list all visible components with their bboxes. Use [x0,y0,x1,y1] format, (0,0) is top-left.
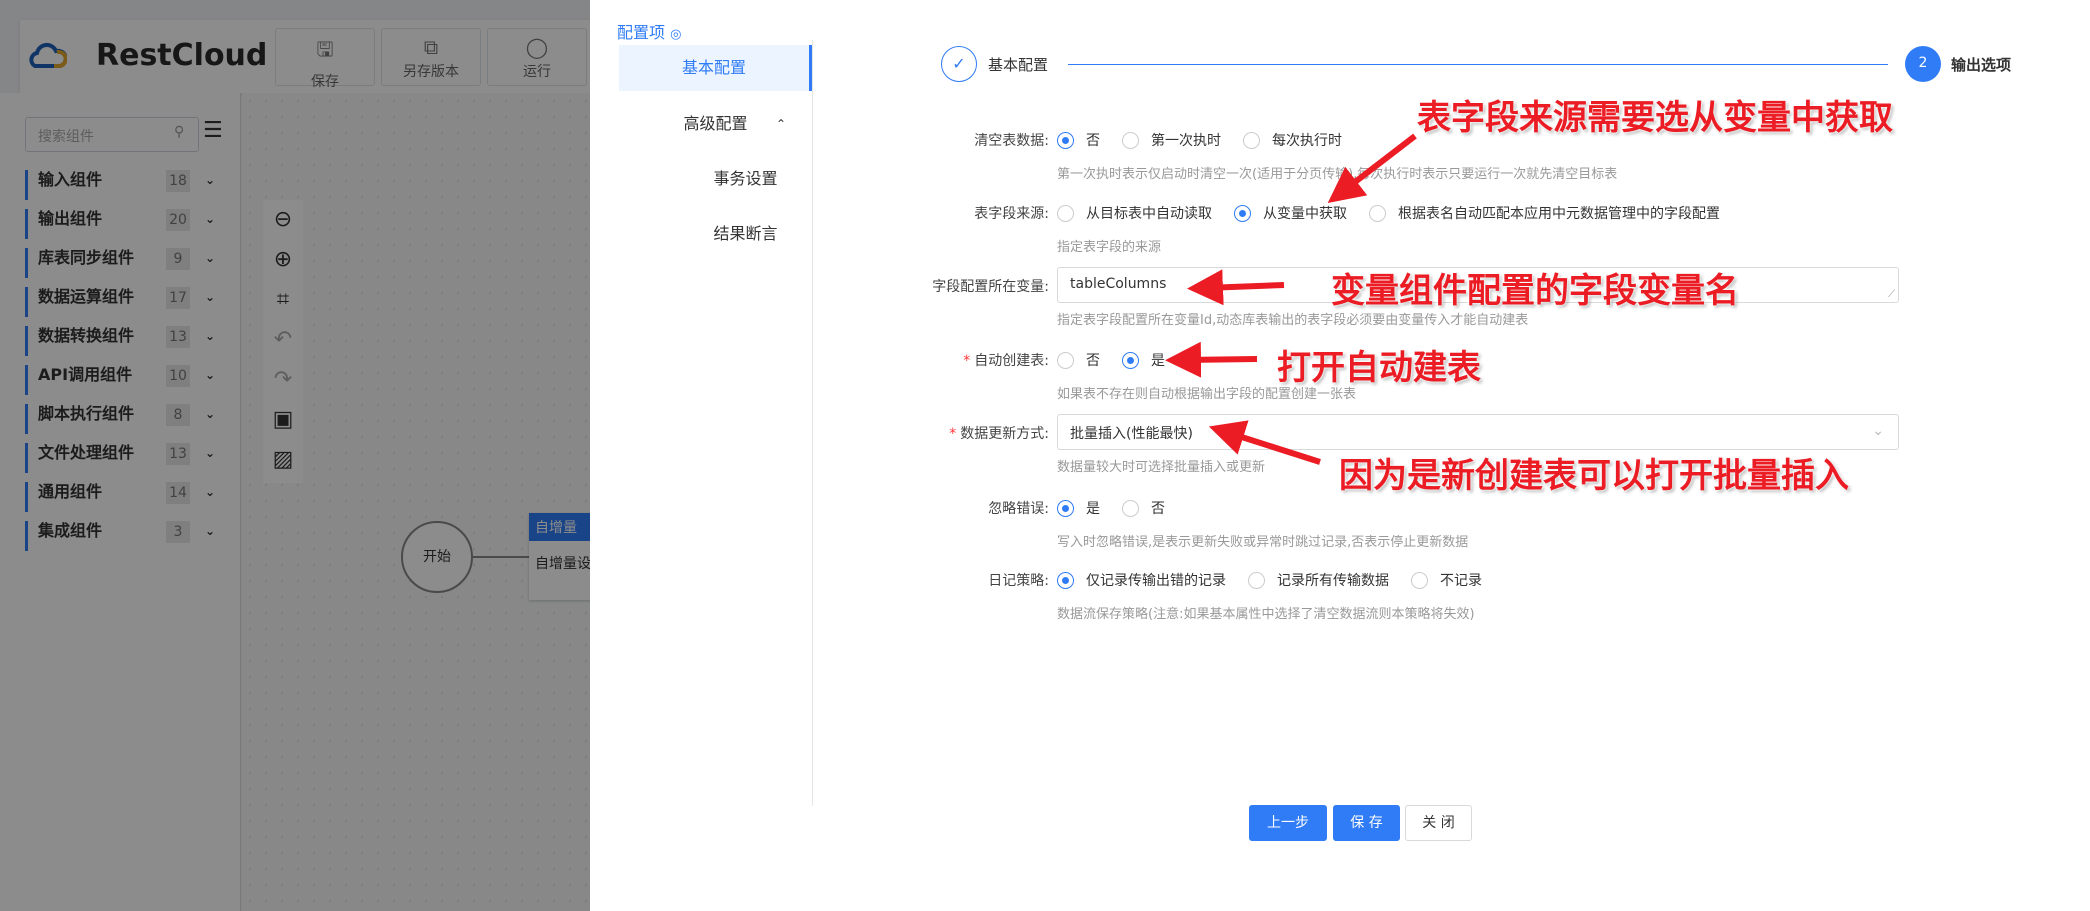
log-option[interactable]: 仅记录传输出错的记录 [1057,570,1226,590]
option-label: 记录所有传输数据 [1277,573,1389,589]
option-label: 从目标表中自动读取 [1086,206,1212,222]
radio-circle[interactable] [1122,351,1139,369]
radio-circle[interactable] [1243,131,1260,149]
annotation-1: 表字段来源需要选从变量中获取 [1417,98,1893,138]
close-button[interactable]: 关 闭 [1405,805,1472,841]
menu-advanced-config[interactable]: 高级配置 ⌃ [619,101,812,147]
radio-circle[interactable] [1122,131,1139,149]
option-label: 是 [1086,501,1100,517]
update-select[interactable]: 批量插入(性能最快) ⌄ [1057,414,1899,450]
autocreate-option[interactable]: 是 [1122,350,1165,370]
source-option[interactable]: 从变量中获取 [1234,203,1347,223]
save-button[interactable]: 保 存 [1333,805,1400,841]
step-2-label: 输出选项 [1951,56,2012,74]
label-text: 表字段来源: [974,206,1049,222]
menu-transaction[interactable]: 事务设置 [619,156,812,202]
label: 高级配置 [683,114,748,133]
autocreate-option[interactable]: 否 [1057,350,1100,370]
ignore-label: 忽略错误: [849,498,1049,518]
var-label: 字段配置所在变量: [849,276,1049,296]
log-option[interactable]: 不记录 [1411,570,1482,590]
settings-icon: ◎ [670,27,682,42]
autocreate-radio-group: 否是 [1057,350,1187,370]
label-text: 字段配置所在变量: [932,279,1049,295]
step-2-number: 2 [1905,46,1941,82]
source-radio-group: 从目标表中自动读取 从变量中获取 根据表名自动匹配本应用中元数据管理中的字段配置 [1057,203,1742,223]
log-option[interactable]: 记录所有传输数据 [1248,570,1389,590]
radio-circle[interactable] [1369,204,1386,222]
option-label: 从变量中获取 [1263,206,1347,222]
modal-mask[interactable] [0,0,590,911]
radio-circle[interactable] [1122,499,1139,517]
option-label: 否 [1086,133,1100,149]
label-text: 忽略错误: [988,501,1049,517]
label-text: 自动创建表: [974,353,1049,369]
clear-label: 清空表数据: [849,130,1049,150]
option-label: 否 [1086,353,1100,369]
menu-title: 配置项 ◎ [617,19,681,43]
radio-circle[interactable] [1234,204,1251,222]
chevron-down-icon: ⌄ [1872,423,1884,439]
resize-handle-icon[interactable]: ⟋ [1888,289,1895,300]
source-option[interactable]: 从目标表中自动读取 [1057,203,1212,223]
clear-radio-group: 否 第一次执时 每次执行时 [1057,130,1364,150]
option-label: 仅记录传输出错的记录 [1086,573,1226,589]
label-text: 数据更新方式: [960,426,1049,442]
clear-option[interactable]: 每次执行时 [1243,130,1342,150]
source-help: 指定表字段的来源 [1057,240,1162,255]
option-label: 根据表名自动匹配本应用中元数据管理中的字段配置 [1398,206,1720,222]
update-label: * 数据更新方式: [849,423,1049,443]
option-label: 不记录 [1440,573,1482,589]
ignore-help: 写入时忽略错误,是表示更新失败或异常时跳过记录,否表示停止更新数据 [1057,535,1469,550]
autocreate-label: * 自动创建表: [849,350,1049,370]
log-label: 日记策略: [849,570,1049,590]
option-label: 每次执行时 [1272,133,1342,149]
option-label: 否 [1151,501,1165,517]
menu-assert[interactable]: 结果断言 [619,211,812,257]
step-1-label: 基本配置 [988,56,1049,74]
label-text: 日记策略: [988,573,1049,589]
log-help: 数据流保存策略(注意:如果基本属性中选择了清空数据流则本策略将失效) [1057,607,1475,622]
ignore-option[interactable]: 是 [1057,498,1100,518]
step-check-icon: ✓ [941,46,977,82]
source-label: 表字段来源: [849,203,1049,223]
menu-divider [812,40,813,806]
label-text: 清空表数据: [974,133,1049,149]
radio-circle[interactable] [1248,571,1265,589]
radio-circle[interactable] [1057,571,1074,589]
annotation-4: 因为是新创建表可以打开批量插入 [1339,456,1849,496]
required-mark: * [963,353,971,369]
log-radio-group: 仅记录传输出错的记录 记录所有传输数据 不记录 [1057,570,1504,590]
option-label: 是 [1151,353,1165,369]
radio-circle[interactable] [1057,131,1074,149]
radio-circle[interactable] [1057,204,1074,222]
radio-circle[interactable] [1057,351,1074,369]
update-help: 数据量较大时可选择批量插入或更新 [1057,460,1266,475]
clear-help: 第一次执时表示仅启动时清空一次(适用于分页传输),每次执行时表示只要运行一次就先… [1057,167,1618,182]
radio-circle[interactable] [1411,571,1428,589]
source-option[interactable]: 根据表名自动匹配本应用中元数据管理中的字段配置 [1369,203,1720,223]
prev-button[interactable]: 上一步 [1249,805,1327,841]
radio-circle[interactable] [1057,499,1074,517]
clear-option[interactable]: 第一次执时 [1122,130,1221,150]
clear-option[interactable]: 否 [1057,130,1100,150]
ignore-radio-group: 是否 [1057,498,1187,518]
annotation-3: 打开自动建表 [1277,348,1481,388]
ignore-option[interactable]: 否 [1122,498,1165,518]
selected-value: 批量插入(性能最快) [1070,426,1193,442]
menu-title-text: 配置项 [617,23,666,42]
annotation-2: 变量组件配置的字段变量名 [1331,271,1739,311]
option-label: 第一次执时 [1151,133,1221,149]
menu-basic-config[interactable]: 基本配置 [619,45,812,91]
step-line [1068,64,1888,65]
required-mark: * [949,426,957,442]
chevron-up-icon: ⌃ [775,117,786,131]
